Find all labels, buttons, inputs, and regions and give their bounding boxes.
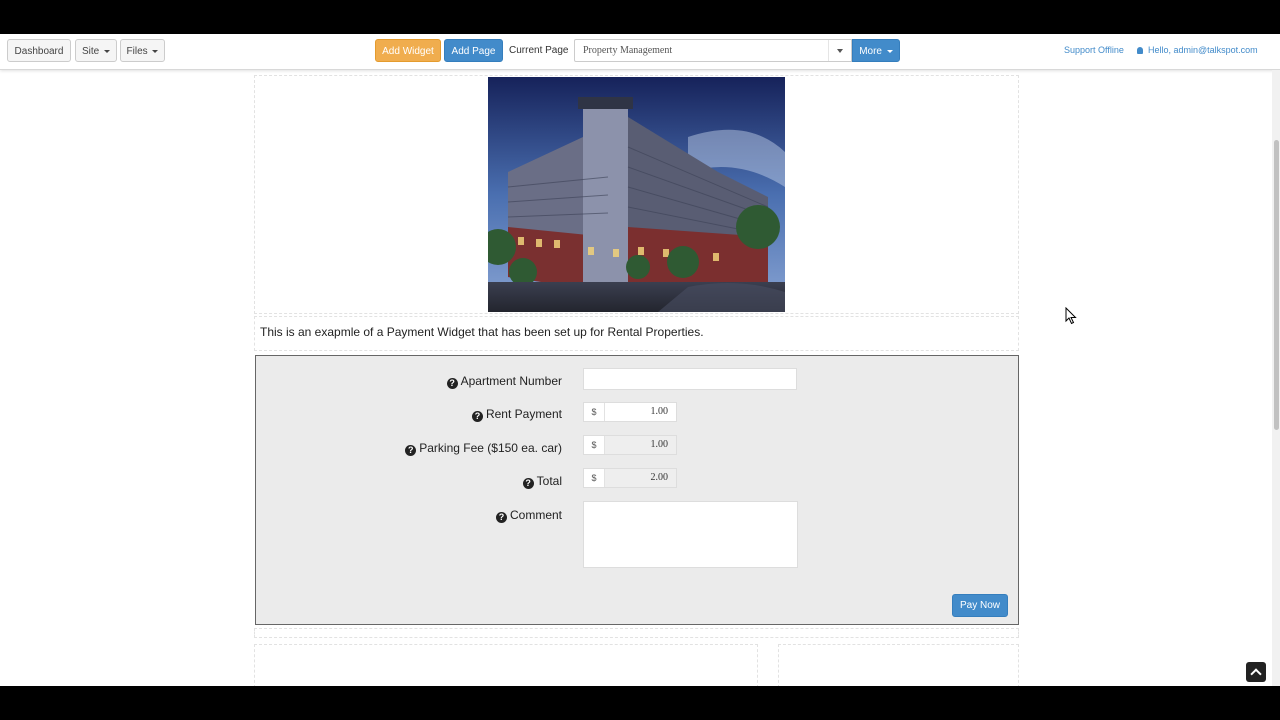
empty-column-right: [778, 644, 1019, 686]
question-circle-icon[interactable]: ?: [471, 411, 483, 422]
apartment-building-illustration: [488, 77, 785, 312]
current-page-label: Current Page: [509, 45, 569, 56]
mouse-cursor-icon: [1065, 307, 1077, 325]
rent-payment-input[interactable]: $ 1.00: [583, 402, 677, 422]
user-greeting: Hello, admin@talkspot.com: [1148, 45, 1258, 55]
vertical-scrollbar[interactable]: [1272, 70, 1280, 686]
apartment-building-image: [488, 77, 785, 312]
rent-payment-text: Rent Payment: [485, 407, 562, 421]
comment-textarea[interactable]: [583, 501, 798, 568]
scroll-to-top-button[interactable]: [1246, 662, 1266, 682]
question-circle-icon[interactable]: ?: [446, 378, 458, 389]
support-status-link[interactable]: Support Offline: [1064, 45, 1124, 55]
total-value: 2.00: [650, 472, 669, 483]
caret-down-icon: [152, 49, 159, 53]
caret-down-icon: [886, 49, 893, 53]
browser-viewport: Dashboard Site Files Add Widget Add Page…: [0, 34, 1280, 686]
add-widget-button[interactable]: Add Widget: [375, 39, 441, 62]
dashboard-button[interactable]: Dashboard: [7, 39, 71, 62]
caret-down-icon: [104, 49, 110, 53]
files-menu-button[interactable]: Files: [120, 39, 165, 62]
more-menu-label: More: [859, 46, 882, 57]
files-menu-label: Files: [126, 46, 148, 57]
add-widget-label: Add Widget: [382, 46, 434, 57]
total-input: $ 2.00: [583, 468, 677, 488]
payment-form: ? Apartment Number ? Rent Payment $ 1.00 ?…: [255, 355, 1019, 625]
question-circle-icon[interactable]: ?: [405, 445, 417, 456]
apartment-number-label: ? Apartment Number: [446, 374, 562, 389]
rent-payment-label: ? Rent Payment: [471, 407, 562, 422]
caret-down-icon: [828, 40, 851, 61]
parking-fee-value: 1.00: [650, 439, 669, 450]
comment-label: ? Comment: [495, 508, 562, 523]
admin-toolbar: Dashboard Site Files Add Widget Add Page…: [0, 34, 1280, 70]
empty-widget-area: [254, 628, 1019, 638]
apartment-number-input[interactable]: [583, 368, 797, 390]
pay-now-button[interactable]: Pay Now: [952, 594, 1008, 617]
site-menu-label: Site: [81, 46, 100, 57]
user-menu[interactable]: Hello, admin@talkspot.com: [1137, 45, 1258, 55]
intro-paragraph: This is an exapmle of a Payment Widget t…: [260, 325, 704, 339]
question-circle-icon[interactable]: ?: [522, 478, 534, 489]
apartment-number-text: Apartment Number: [460, 374, 562, 388]
total-label: ? Total: [522, 474, 562, 489]
dashboard-button-label: Dashboard: [14, 46, 64, 57]
scrollbar-thumb[interactable]: [1274, 140, 1279, 430]
currency-symbol: $: [584, 469, 605, 487]
site-menu-button[interactable]: Site: [75, 39, 117, 62]
question-circle-icon[interactable]: ?: [495, 512, 507, 523]
comment-text: Comment: [509, 508, 562, 522]
add-page-button[interactable]: Add Page: [444, 39, 503, 62]
currency-symbol: $: [584, 403, 605, 421]
parking-fee-input: $ 1.00: [583, 435, 677, 455]
add-page-label: Add Page: [451, 46, 496, 57]
currency-symbol: $: [584, 436, 605, 454]
current-page-select[interactable]: Property Management: [574, 39, 852, 62]
user-icon: [1137, 47, 1143, 54]
rent-payment-value: 1.00: [650, 406, 669, 417]
more-menu-button[interactable]: More: [852, 39, 900, 62]
total-text: Total: [536, 474, 562, 488]
empty-column-left: [254, 644, 758, 686]
pay-now-label: Pay Now: [959, 600, 1000, 611]
parking-fee-text: Parking Fee ($150 ea. car): [419, 441, 562, 455]
current-page-value: Property Management: [583, 45, 673, 56]
parking-fee-label: ? Parking Fee ($150 ea. car): [405, 441, 562, 456]
